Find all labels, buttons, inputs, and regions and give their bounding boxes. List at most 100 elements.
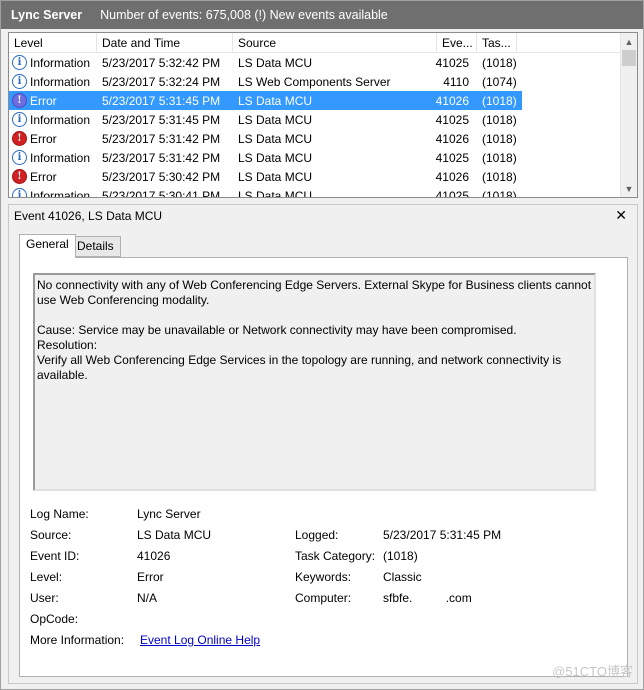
- event-source: LS Data MCU: [238, 169, 313, 184]
- event-list[interactable]: Level Date and Time Source Eve... Tas...…: [8, 32, 638, 198]
- close-icon[interactable]: ✕: [615, 207, 627, 224]
- event-log-online-help-link[interactable]: Event Log Online Help: [140, 633, 260, 647]
- event-source: LS Data MCU: [238, 188, 313, 198]
- event-level-cell: ! Error: [9, 93, 97, 108]
- event-row[interactable]: ! Error 5/23/2017 5:31:42 PM LS Data MCU 410…: [9, 129, 621, 148]
- event-id-value: 41026: [137, 549, 171, 563]
- user-value: N/A: [137, 591, 158, 605]
- event-level: Information: [30, 150, 91, 165]
- event-detail-title: Event 41026, LS Data MCU: [14, 208, 163, 223]
- computer-value: sfbfe. .com: [383, 591, 472, 605]
- event-row[interactable]: i Information 5/23/2017 5:31:45 PM LS Data …: [9, 110, 621, 129]
- task-category-label: Task Category:: [295, 549, 376, 563]
- event-id: 41025: [435, 188, 469, 198]
- event-row[interactable]: i Information 5/23/2017 5:32:42 PM LS Data …: [9, 53, 621, 72]
- general-panel: No connectivity with any of Web Conferen…: [19, 257, 628, 677]
- tab-general[interactable]: General: [19, 234, 76, 258]
- event-id: 41026: [435, 93, 469, 108]
- source-value: LS Data MCU: [137, 528, 212, 542]
- event-id: 4110: [443, 74, 469, 89]
- level-label: Level:: [30, 570, 63, 584]
- log-name-value: Lync Server: [137, 507, 201, 521]
- event-date: 5/23/2017 5:32:42 PM: [102, 55, 221, 70]
- event-task: (1018): [482, 169, 517, 184]
- event-source: LS Data MCU: [238, 55, 313, 70]
- column-header-event-id[interactable]: Eve...: [437, 33, 477, 53]
- column-header-date[interactable]: Date and Time: [97, 33, 233, 53]
- event-date: 5/23/2017 5:31:45 PM: [102, 93, 221, 108]
- column-header-row: Level Date and Time Source Eve... Tas...: [9, 33, 621, 53]
- message-resolution: Verify all Web Conferencing Edge Service…: [37, 353, 565, 382]
- event-level-cell: ! Error: [9, 169, 97, 184]
- event-task: (1018): [482, 131, 517, 146]
- event-id-label: Event ID:: [30, 549, 80, 563]
- column-header-level[interactable]: Level: [9, 33, 97, 53]
- opcode-label: OpCode:: [30, 612, 79, 626]
- event-id: 41026: [435, 169, 469, 184]
- more-info-label: More Information:: [30, 633, 125, 647]
- event-rows: i Information 5/23/2017 5:32:42 PM LS Data …: [9, 53, 621, 198]
- event-level: Information: [30, 74, 91, 89]
- error-icon: !: [12, 93, 27, 108]
- event-date: 5/23/2017 5:32:24 PM: [102, 74, 221, 89]
- event-message-box[interactable]: No connectivity with any of Web Conferen…: [33, 273, 596, 491]
- tab-details[interactable]: Details: [70, 236, 121, 257]
- scroll-up-arrow-icon[interactable]: ▲: [621, 33, 637, 50]
- event-task: (1018): [482, 112, 517, 127]
- event-level-cell: ! Error: [9, 131, 97, 146]
- event-level-cell: i Information: [9, 188, 97, 198]
- message-cause: Cause: Service may be unavailable or Net…: [37, 323, 517, 337]
- event-row[interactable]: ! Error 5/23/2017 5:30:42 PM LS Data MCU 410…: [9, 167, 621, 186]
- column-header-task[interactable]: Tas...: [477, 33, 517, 53]
- log-name-label: Log Name:: [30, 507, 89, 521]
- logged-label: Logged:: [295, 528, 339, 542]
- event-detail-pane: General Details No connectivity with any…: [8, 226, 638, 684]
- message-resolution-label: Resolution:: [37, 338, 98, 352]
- event-source: LS Data MCU: [238, 112, 313, 127]
- event-date: 5/23/2017 5:31:42 PM: [102, 150, 221, 165]
- level-value: Error: [137, 570, 164, 584]
- event-task: (1018): [482, 188, 517, 198]
- message-text: No connectivity with any of Web Conferen…: [37, 278, 595, 307]
- event-level: Error: [30, 131, 57, 146]
- event-task: (1074): [482, 74, 517, 89]
- event-source: LS Web Components Server: [238, 74, 391, 89]
- keywords-value: Classic: [383, 570, 422, 584]
- info-icon: i: [12, 188, 27, 197]
- task-category-value: (1018): [383, 549, 418, 563]
- event-row[interactable]: i Information 5/23/2017 5:30:41 PM LS Data …: [9, 186, 621, 198]
- info-icon: i: [12, 74, 27, 89]
- info-icon: i: [12, 150, 27, 165]
- event-task: (1018): [482, 93, 517, 108]
- vertical-scrollbar[interactable]: ▲ ▼: [620, 33, 637, 197]
- error-icon: !: [12, 169, 27, 184]
- event-row[interactable]: i Information 5/23/2017 5:31:42 PM LS Data …: [9, 148, 621, 167]
- event-row[interactable]: i Information 5/23/2017 5:32:24 PM LS Web C…: [9, 72, 621, 91]
- event-level: Error: [30, 93, 57, 108]
- event-id: 41025: [435, 55, 469, 70]
- watermark: @51CTO博客: [552, 664, 633, 679]
- event-id: 41025: [435, 150, 469, 165]
- scroll-thumb[interactable]: [622, 50, 636, 66]
- keywords-label: Keywords:: [295, 570, 352, 584]
- event-source: LS Data MCU: [238, 131, 313, 146]
- event-source: LS Data MCU: [238, 150, 313, 165]
- info-icon: i: [12, 112, 27, 127]
- event-level: Information: [30, 55, 91, 70]
- scroll-down-arrow-icon[interactable]: ▼: [621, 180, 637, 197]
- event-date: 5/23/2017 5:30:42 PM: [102, 169, 221, 184]
- column-header-source[interactable]: Source: [233, 33, 437, 53]
- event-level-cell: i Information: [9, 150, 97, 165]
- user-label: User:: [30, 591, 59, 605]
- title-bar: Lync Server Number of events: 675,008 (!…: [1, 1, 643, 29]
- event-id: 41025: [435, 112, 469, 127]
- event-level: Information: [30, 188, 91, 198]
- event-date: 5/23/2017 5:30:41 PM: [102, 188, 221, 198]
- event-date: 5/23/2017 5:31:45 PM: [102, 112, 221, 127]
- event-level: Error: [30, 169, 57, 184]
- event-row[interactable]: ! Error 5/23/2017 5:31:45 PM LS Data MCU 410…: [9, 91, 522, 110]
- event-count-status: Number of events: 675,008 (!) New events…: [100, 8, 388, 22]
- event-task: (1018): [482, 150, 517, 165]
- event-level: Information: [30, 112, 91, 127]
- event-viewer-window: Lync Server Number of events: 675,008 (!…: [0, 0, 644, 690]
